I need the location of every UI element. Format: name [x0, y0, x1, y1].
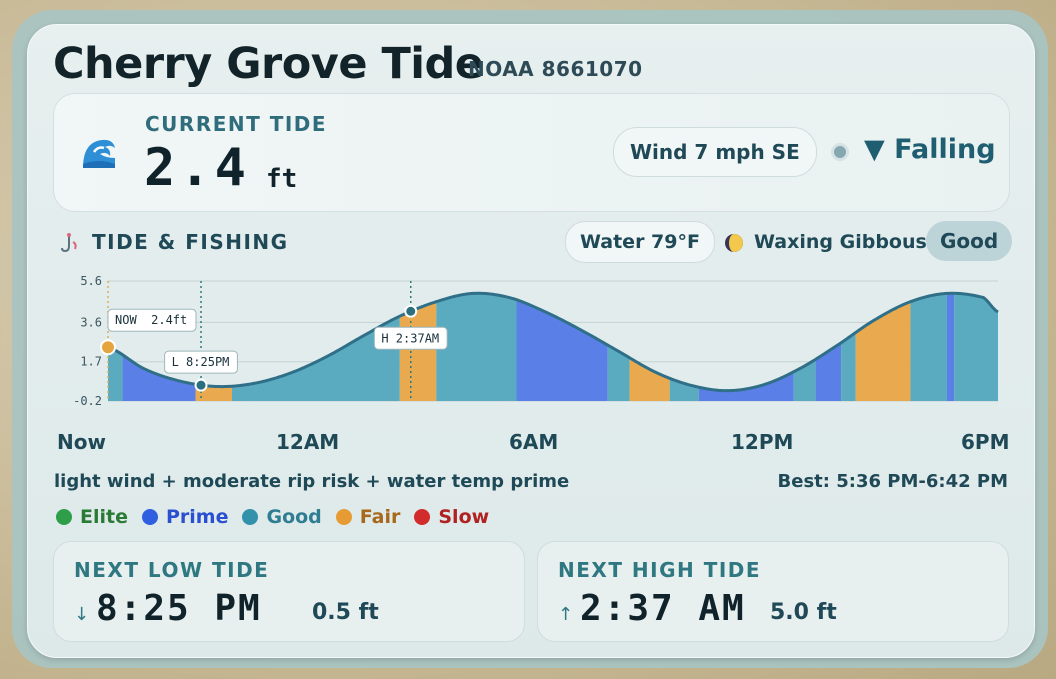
- legend-dot-icon: [242, 509, 259, 525]
- legend-label: Slow: [438, 506, 490, 528]
- next-low-tide-card: NEXT LOW TIDE ↓ 8:25 PM 0.5 ft: [53, 541, 525, 642]
- next-low-time: 8:25 PM: [96, 588, 262, 629]
- low-label: L 8:25PM: [172, 355, 230, 369]
- y-tick-label: 3.6: [80, 315, 102, 329]
- legend-label: Fair: [359, 506, 401, 528]
- water-temp-badge: Water 79°F: [565, 221, 715, 263]
- next-high-label: NEXT HIGH TIDE: [558, 558, 762, 582]
- now-marker: [100, 339, 116, 356]
- x-tick-now: Now: [57, 430, 106, 454]
- legend-dot-icon: [414, 509, 431, 525]
- tide-card: Cherry Grove Tide NOAA 8661070 CURRENT T…: [27, 24, 1035, 658]
- tide-trend: ▼ Falling: [864, 134, 996, 165]
- rating-band-good: [954, 293, 998, 401]
- rating-band-good: [108, 293, 123, 401]
- legend-dot-icon: [56, 509, 72, 525]
- legend-label: Good: [266, 506, 322, 528]
- wave-icon: [83, 139, 115, 168]
- legend-label: Elite: [80, 506, 128, 528]
- x-tick-6am: 6AM: [509, 430, 559, 454]
- status-dot-icon: [831, 143, 849, 161]
- current-tide-value: 2.4: [144, 138, 250, 198]
- next-high-tide-card: NEXT HIGH TIDE ↑ 2:37 AM 5.0 ft: [537, 541, 1009, 642]
- arrow-down-icon: ↓: [74, 604, 90, 625]
- low-marker: [194, 378, 208, 392]
- y-tick-label: -0.2: [73, 394, 102, 408]
- moon-phase-label: Waxing Gibbous: [754, 231, 927, 253]
- wind-badge: Wind 7 mph SE: [613, 127, 817, 177]
- conditions-note: light wind + moderate rip risk + water t…: [54, 471, 570, 492]
- high-label: H 2:37AM: [381, 331, 439, 345]
- y-tick-label: 1.7: [80, 355, 102, 369]
- fishing-section-title: TIDE & FISHING: [92, 230, 289, 254]
- best-window: Best: 5:36 PM-6:42 PM: [777, 471, 1008, 492]
- legend-item-prime: Prime: [141, 505, 229, 529]
- rating-band-prime: [815, 293, 842, 401]
- rating-band-good: [607, 293, 630, 401]
- rating-bands: [108, 293, 998, 401]
- next-low-height: 0.5 ft: [312, 600, 379, 625]
- arrow-up-icon: ↑: [558, 604, 574, 625]
- next-low-label: NEXT LOW TIDE: [74, 558, 270, 582]
- legend-item-elite: Elite: [56, 505, 128, 529]
- fishing-rating-badge: Good: [926, 221, 1013, 261]
- x-tick-12am: 12AM: [276, 430, 340, 454]
- y-tick-label: 5.6: [80, 274, 102, 288]
- legend-dot-icon: [335, 509, 352, 525]
- high-marker: [404, 304, 418, 318]
- next-high-height: 5.0 ft: [770, 600, 837, 625]
- moon-phase-icon: [725, 234, 743, 252]
- rating-legend: Elite Prime Good Fair Slow: [56, 505, 503, 529]
- station-id: NOAA 8661070: [468, 57, 643, 81]
- rating-band-good: [910, 293, 947, 401]
- x-tick-6pm: 6PM: [961, 430, 1010, 454]
- rating-band-fair: [629, 293, 670, 401]
- rating-band-good: [793, 293, 816, 401]
- x-tick-12pm: 12PM: [731, 430, 794, 454]
- tide-chart: 5.6 3.6 1.7 -0.2 NOW 2.4ft L 8:25PM H 2:37AM: [73, 274, 999, 408]
- fishing-hook-icon: [61, 233, 77, 253]
- rating-band-prime: [946, 293, 955, 401]
- current-tide-unit: ft: [266, 164, 298, 194]
- current-tide-label: CURRENT TIDE: [145, 112, 328, 136]
- legend-item-slow: Slow: [414, 505, 489, 529]
- current-tide-panel: CURRENT TIDE 2.4 ft Wind 7 mph SE ▼ Fall…: [53, 93, 1010, 212]
- legend-item-fair: Fair: [335, 505, 401, 529]
- now-label: NOW 2.4ft: [115, 313, 187, 327]
- legend-dot-icon: [141, 509, 158, 525]
- legend-item-good: Good: [242, 505, 322, 529]
- rating-band-prime: [698, 293, 794, 401]
- rating-band-fair: [855, 293, 911, 401]
- next-high-time: 2:37 AM: [580, 588, 746, 629]
- rating-band-good: [436, 293, 517, 401]
- page-title: Cherry Grove Tide: [53, 39, 484, 89]
- legend-label: Prime: [165, 506, 229, 528]
